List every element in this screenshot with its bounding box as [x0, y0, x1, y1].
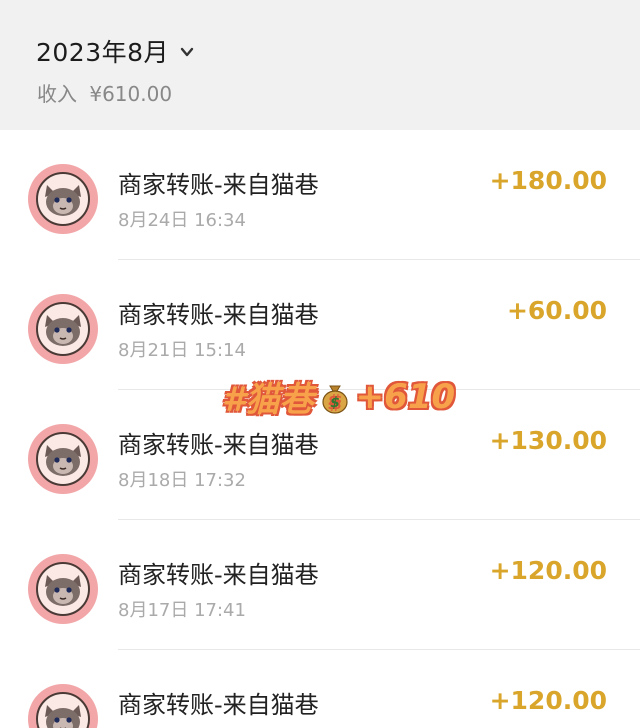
cat-avatar-icon: [36, 562, 90, 616]
cat-avatar-icon: [36, 302, 90, 356]
income-total: ¥610.00: [89, 82, 173, 106]
hashtag-text: #猫巷: [222, 380, 314, 420]
income-summary: 收入 ¥610.00: [37, 78, 172, 107]
transaction-title: 商家转账-来自猫巷: [118, 171, 319, 199]
transaction-title: 商家转账-来自猫巷: [118, 431, 319, 459]
svg-text:$: $: [330, 395, 340, 411]
money-bag-icon: $: [322, 385, 348, 414]
avatar: [28, 424, 98, 494]
transaction-amount: +120.00: [489, 686, 607, 715]
month-selector[interactable]: 2023年8月: [36, 33, 195, 69]
transaction-time: 8月21日 15:14: [118, 340, 246, 361]
transaction-row[interactable]: 商家转账-来自猫巷 8月21日 15:14 +60.00: [0, 260, 640, 390]
hashtag-total: +610: [355, 376, 456, 417]
cat-avatar-icon: [36, 172, 90, 226]
avatar: [28, 684, 98, 728]
income-label: 收入: [37, 82, 77, 106]
transaction-title: 商家转账-来自猫巷: [118, 301, 319, 329]
avatar: [28, 294, 98, 364]
transaction-amount: +60.00: [506, 296, 607, 325]
transaction-title: 商家转账-来自猫巷: [118, 561, 319, 589]
chevron-down-icon: [180, 47, 194, 57]
month-label: 2023年8月: [36, 38, 170, 67]
transaction-row[interactable]: 商家转账-来自猫巷 8月17日 17:41 +120.00: [0, 520, 640, 650]
transaction-row[interactable]: 商家转账-来自猫巷 +120.00: [0, 650, 640, 728]
avatar: [28, 554, 98, 624]
transaction-amount: +120.00: [489, 556, 607, 585]
cat-avatar-icon: [36, 692, 90, 728]
transaction-amount: +180.00: [489, 166, 607, 195]
transaction-time: 8月18日 17:32: [118, 470, 246, 491]
transaction-time: 8月24日 16:34: [118, 210, 246, 231]
transaction-time: 8月17日 17:41: [118, 600, 246, 621]
cat-avatar-icon: [36, 432, 90, 486]
transaction-title: 商家转账-来自猫巷: [118, 691, 319, 719]
transaction-row[interactable]: 商家转账-来自猫巷 8月24日 16:34 +180.00: [0, 130, 640, 260]
transaction-amount: +130.00: [489, 426, 607, 455]
hashtag-overlay: #猫巷 $ +610: [222, 372, 455, 421]
avatar: [28, 164, 98, 234]
summary-header: 2023年8月 收入 ¥610.00: [0, 0, 640, 130]
